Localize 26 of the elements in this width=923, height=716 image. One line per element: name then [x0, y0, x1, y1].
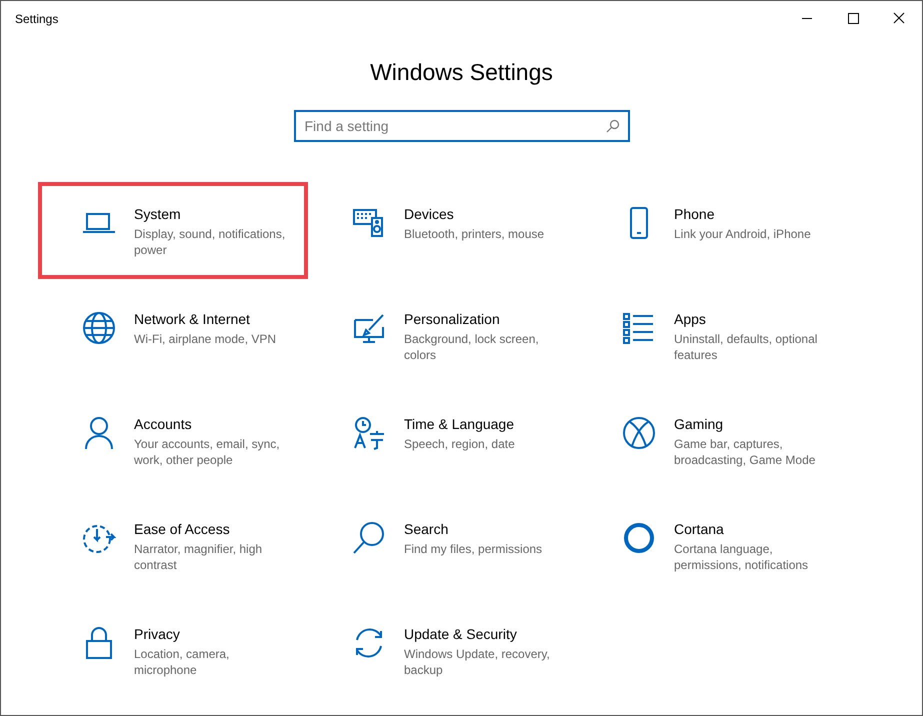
- settings-tile[interactable]: Gaming Game bar, captures, broadcasting, Game Mode: [578, 392, 848, 489]
- xbox-icon: [622, 416, 656, 450]
- keyboard-speaker-icon: [352, 206, 386, 240]
- settings-tile[interactable]: Search Find my files, permissions: [308, 497, 578, 594]
- clock-language-icon: [352, 416, 386, 450]
- globe-icon: [82, 311, 116, 345]
- settings-tile[interactable]: Phone Link your Android, iPhone: [578, 182, 848, 279]
- search-field[interactable]: Find a setting: [294, 110, 630, 142]
- settings-tile[interactable]: Network & Internet Wi-Fi, airplane mode, VPN: [38, 287, 308, 384]
- search-icon[interactable]: [606, 119, 620, 133]
- list-icon: [622, 311, 656, 345]
- window-title: Settings: [15, 12, 60, 26]
- settings-tile[interactable]: Apps Uninstall, defaults, optional features: [578, 287, 848, 384]
- settings-tile[interactable]: Personalization Background, lock screen, colors: [308, 287, 578, 384]
- settings-tile[interactable]: Privacy Location, camera, microphone: [38, 602, 308, 699]
- person-icon: [82, 416, 116, 450]
- settings-tile[interactable]: Accounts Your accounts, email, sync, work, other people: [38, 392, 308, 489]
- settings-tile[interactable]: Update & Security Windows Update, recovery, backup: [308, 602, 578, 699]
- settings-tile[interactable]: Devices Bluetooth, printers, mouse: [308, 182, 578, 279]
- settings-tile[interactable]: Time & Language Speech, region, date: [308, 392, 578, 489]
- page-heading: Windows Settings: [369, 59, 554, 86]
- search-icon: [352, 521, 386, 555]
- settings-tile[interactable]: Ease of Access Narrator, magnifier, high contrast: [38, 497, 308, 594]
- ring-icon: [622, 521, 656, 555]
- settings-tile[interactable]: System Display, sound, notifications, power: [38, 182, 308, 279]
- settings-tile[interactable]: Cortana Cortana language, permissions, notifications: [578, 497, 848, 594]
